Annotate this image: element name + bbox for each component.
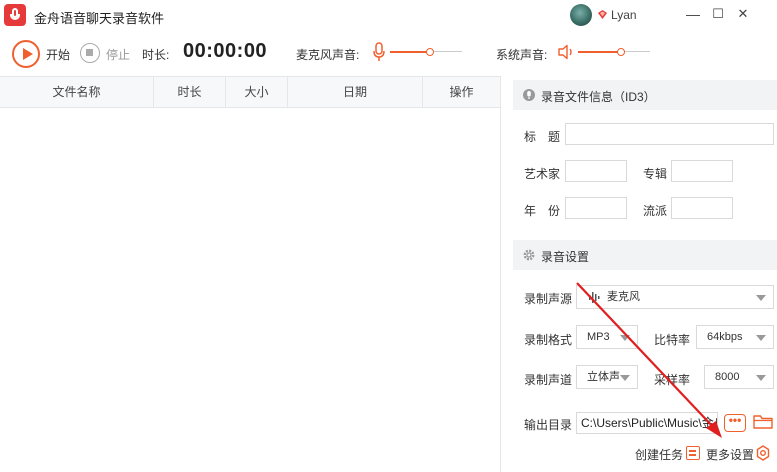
more-settings-button[interactable]: 更多设置 (706, 446, 754, 463)
artist-input[interactable] (565, 160, 627, 182)
minimize-button[interactable]: — (683, 4, 703, 24)
create-task-button[interactable]: 创建任务 (635, 446, 683, 463)
column-header-duration[interactable]: 时长 (154, 77, 226, 107)
duration-label: 时长: (142, 48, 170, 62)
output-dir-input[interactable]: C:\Users\Public\Music\金舟 (576, 412, 718, 434)
gear-icon (523, 249, 535, 261)
year-field-label: 年 份 (524, 204, 561, 218)
chevron-down-icon (620, 375, 630, 381)
source-select[interactable]: 麦克风 (576, 285, 774, 309)
toolbar: 开始 停止 时长: 00:00:00 麦克风声音: 系统声音: (0, 32, 777, 76)
genre-field-label: 流派 (643, 204, 668, 218)
mic-volume-label: 麦克风声音: (296, 48, 360, 62)
app-title: 金舟语音聊天录音软件 (34, 11, 165, 26)
file-list-table: 文件名称 时长 大小 日期 操作 (0, 76, 500, 472)
format-select[interactable]: MP3 (576, 325, 638, 349)
mic-volume-slider[interactable] (390, 46, 462, 58)
title-bar: 金舟语音聊天录音软件 Lyan — ☐ ✕ (0, 0, 777, 32)
settings-panel: 录音文件信息（ID3） 标 题 艺术家 专辑 年 份 流派 录音设置 录制声源 … (500, 76, 777, 472)
chevron-down-icon (756, 335, 766, 341)
output-dir-label: 输出目录 (524, 418, 573, 432)
id3-section-title: 录音文件信息（ID3） (541, 90, 656, 104)
user-name[interactable]: Lyan (611, 8, 637, 22)
samplerate-label: 采样率 (654, 373, 691, 387)
channel-select-value: 立体声 (587, 371, 620, 383)
app-logo-icon (4, 4, 26, 26)
close-button[interactable]: ✕ (733, 4, 753, 24)
format-select-value: MP3 (587, 331, 610, 343)
system-volume-label: 系统声音: (496, 48, 548, 62)
user-avatar[interactable] (570, 4, 592, 26)
source-label: 录制声源 (524, 292, 573, 306)
record-settings-title: 录音设置 (541, 250, 590, 264)
bitrate-select-value: 64kbps (707, 331, 743, 343)
chevron-down-icon (756, 295, 766, 301)
column-header-actions: 操作 (449, 85, 474, 99)
format-label: 录制格式 (524, 333, 573, 347)
start-record-icon[interactable] (12, 40, 40, 68)
stop-record-icon[interactable] (80, 43, 100, 63)
microphone-icon (373, 42, 385, 61)
title-field-label: 标 题 (524, 130, 561, 144)
audio-wave-icon (589, 292, 600, 303)
chevron-down-icon (620, 335, 630, 341)
record-info-icon (523, 89, 535, 101)
samplerate-select-value: 8000 (715, 371, 740, 383)
column-header-size[interactable]: 大小 (226, 77, 288, 107)
genre-input[interactable] (671, 197, 733, 219)
speaker-icon (558, 44, 572, 60)
browse-button[interactable]: ••• (724, 414, 746, 432)
task-list-icon[interactable] (686, 446, 700, 460)
source-select-value: 麦克风 (607, 291, 640, 303)
channel-select[interactable]: 立体声 (576, 365, 638, 389)
chevron-down-icon (756, 375, 766, 381)
stop-button[interactable]: 停止 (106, 46, 130, 63)
artist-field-label: 艺术家 (524, 167, 561, 181)
maximize-button[interactable]: ☐ (708, 4, 728, 24)
bitrate-select[interactable]: 64kbps (696, 325, 774, 349)
bitrate-label: 比特率 (654, 333, 691, 347)
channel-label: 录制声道 (524, 373, 573, 387)
album-input[interactable] (671, 160, 733, 182)
settings-gear-icon[interactable] (755, 445, 771, 461)
id3-section-header: 录音文件信息（ID3） (513, 80, 777, 110)
start-button[interactable]: 开始 (46, 46, 70, 63)
table-header: 文件名称 时长 大小 日期 操作 (0, 76, 500, 108)
year-input[interactable] (565, 197, 627, 219)
vip-diamond-icon (598, 10, 607, 19)
column-header-date[interactable]: 日期 (288, 77, 423, 107)
album-field-label: 专辑 (643, 167, 668, 181)
system-volume-slider[interactable] (578, 46, 650, 58)
duration-value: 00:00:00 (183, 40, 268, 62)
record-settings-header: 录音设置 (513, 240, 777, 270)
samplerate-select[interactable]: 8000 (704, 365, 774, 389)
folder-icon[interactable] (753, 414, 773, 430)
column-header-filename[interactable]: 文件名称 (0, 77, 154, 107)
title-input[interactable] (565, 123, 774, 145)
